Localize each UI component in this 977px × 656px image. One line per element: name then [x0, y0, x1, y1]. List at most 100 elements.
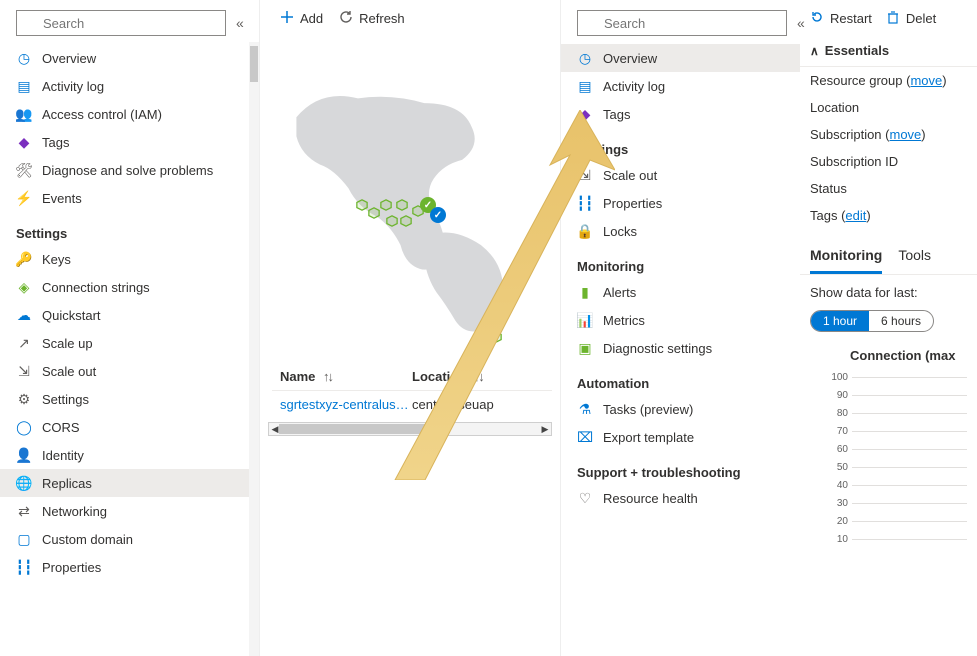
tags-icon: ◆ — [577, 106, 593, 122]
nav-item-label: Tasks (preview) — [603, 402, 693, 417]
refresh-label: Refresh — [359, 11, 405, 26]
region-marker[interactable] — [356, 199, 368, 211]
chart-gridline: 20 — [852, 521, 967, 522]
add-button[interactable]: Add — [280, 10, 323, 27]
nav-item-properties[interactable]: ┇┇Properties — [561, 189, 800, 217]
nav-item-scale-up[interactable]: ↗Scale up — [0, 329, 259, 357]
locks-icon: 🔒 — [577, 223, 593, 239]
nav-item-activity-log[interactable]: ▤Activity log — [561, 72, 800, 100]
nav-item-scale-out[interactable]: ⇲Scale out — [561, 161, 800, 189]
nav-item-events[interactable]: ⚡Events — [0, 184, 259, 212]
nav-item-export-template[interactable]: ⌧ Export template — [561, 423, 800, 451]
region-marker[interactable] — [386, 215, 398, 227]
chart-gridline: 70 — [852, 431, 967, 432]
events-icon: ⚡ — [16, 190, 32, 206]
nav-item-identity[interactable]: 👤 Identity — [0, 441, 259, 469]
nav-item-label: Metrics — [603, 313, 645, 328]
pill-1hour[interactable]: 1 hour — [811, 311, 869, 331]
pill-6hours[interactable]: 6 hours — [869, 311, 933, 331]
essentials-toggle[interactable]: ∧ Essentials — [800, 35, 977, 67]
region-marker[interactable] — [380, 199, 392, 211]
export-template-icon: ⌧ — [577, 429, 593, 445]
table-row[interactable]: sgrtestxyz-centraluseu…centraluseuap — [272, 391, 552, 418]
plus-icon — [280, 10, 294, 27]
scale-up-icon: ↗ — [16, 335, 32, 351]
nav-item-label: Diagnostic settings — [603, 341, 712, 356]
nav-item-cors[interactable]: ◯CORS — [0, 413, 259, 441]
nav-item-settings[interactable]: ⚙Settings — [0, 385, 259, 413]
nav-item-connection-strings[interactable]: ◈Connection strings — [0, 273, 259, 301]
nav-item-custom-domain[interactable]: ▢Custom domain — [0, 525, 259, 553]
nav-item-networking[interactable]: ⇄Networking — [0, 497, 259, 525]
nav-item-resource-health[interactable]: ♡Resource health — [561, 484, 800, 512]
nav-item-tags[interactable]: ◆ Tags — [561, 100, 800, 128]
edit-link[interactable]: edit — [845, 208, 866, 223]
replica-location: centraluseuap — [412, 397, 544, 412]
tab-monitoring[interactable]: Monitoring — [810, 247, 882, 274]
nav-item-metrics[interactable]: 📊Metrics — [561, 306, 800, 334]
settings-icon: ⚙ — [16, 391, 32, 407]
move-link[interactable]: move — [890, 127, 922, 142]
scale-out-icon: ⇲ — [577, 167, 593, 183]
region-marker[interactable] — [400, 215, 412, 227]
nav-item-keys[interactable]: 🔑Keys — [0, 245, 259, 273]
region-marker[interactable] — [396, 199, 408, 211]
chart-gridline: 40 — [852, 485, 967, 486]
overview-icon: ◷ — [577, 50, 593, 66]
horizontal-scrollbar[interactable]: ◀▶ — [268, 422, 552, 436]
restart-icon — [810, 10, 824, 27]
access-control-icon: 👥 — [16, 106, 32, 122]
nav-item-label: Networking — [42, 504, 107, 519]
nav-item-label: Access control (IAM) — [42, 107, 162, 122]
table-header-row: Name ↑↓ Location ↑↓ — [272, 363, 552, 391]
nav-item-quickstart[interactable]: ☁Quickstart — [0, 301, 259, 329]
column-location[interactable]: Location ↑↓ — [412, 369, 544, 384]
info-location: Location — [800, 94, 977, 121]
nav-item-label: Tags — [42, 135, 69, 150]
nav-item-label: Alerts — [603, 285, 636, 300]
nav-item-tasks[interactable]: ⚗ Tasks (preview) — [561, 395, 800, 423]
region-marker[interactable] — [368, 207, 380, 219]
nav-item-label: Activity log — [42, 79, 104, 94]
replica-link[interactable]: sgrtestxyz-centraluseu… — [280, 397, 412, 412]
nav-item-locks[interactable]: 🔒Locks — [561, 217, 800, 245]
nav-item-diagnostic-settings[interactable]: ▣ Diagnostic settings — [561, 334, 800, 362]
nav-item-scale-out[interactable]: ⇲Scale out — [0, 357, 259, 385]
move-link[interactable]: move — [910, 73, 942, 88]
nav-item-label: Identity — [42, 448, 84, 463]
tasks-icon: ⚗ — [577, 401, 593, 417]
nav-item-properties[interactable]: ┇┇Properties — [0, 553, 259, 581]
search-input-right[interactable] — [577, 10, 787, 36]
nav-item-diagnose[interactable]: 🛠Diagnose and solve problems — [0, 156, 259, 184]
nav-item-tags[interactable]: ◆Tags — [0, 128, 259, 156]
restart-button[interactable]: Restart — [810, 10, 872, 27]
nav-item-replicas[interactable]: 🌐Replicas — [0, 469, 259, 497]
identity-icon: 👤 — [16, 447, 32, 463]
nav-item-label: Tags — [603, 107, 630, 122]
region-marker[interactable] — [490, 331, 502, 343]
quickstart-icon: ☁ — [16, 307, 32, 323]
region-marker-active[interactable]: ✓ — [430, 207, 442, 219]
diagnose-icon: 🛠 — [16, 162, 32, 178]
nav-item-activity-log[interactable]: ▤Activity log — [0, 72, 259, 100]
tab-tools[interactable]: Tools — [898, 247, 931, 274]
connection-strings-icon: ◈ — [16, 279, 32, 295]
nav-item-access-control[interactable]: 👥 Access control (IAM) — [0, 100, 259, 128]
nav-item-overview[interactable]: ◷Overview — [561, 44, 800, 72]
search-input-left[interactable] — [16, 10, 226, 36]
nav-item-alerts[interactable]: ▮Alerts — [561, 278, 800, 306]
world-map: ✓✓ — [268, 43, 552, 343]
chart-gridline: 80 — [852, 413, 967, 414]
nav-item-label: Export template — [603, 430, 694, 445]
column-name[interactable]: Name ↑↓ — [280, 369, 412, 384]
chart-gridline: 90 — [852, 395, 967, 396]
diagnostic-settings-icon: ▣ — [577, 340, 593, 356]
collapse-left-icon[interactable]: « — [232, 15, 248, 31]
nav-item-label: Overview — [42, 51, 96, 66]
scrollbar[interactable] — [249, 42, 259, 656]
refresh-button[interactable]: Refresh — [339, 10, 405, 27]
info-subscription: Subscription (move) — [800, 121, 977, 148]
properties-icon: ┇┇ — [16, 559, 32, 575]
delete-button[interactable]: Delet — [886, 10, 936, 27]
nav-item-overview[interactable]: ◷Overview — [0, 44, 259, 72]
